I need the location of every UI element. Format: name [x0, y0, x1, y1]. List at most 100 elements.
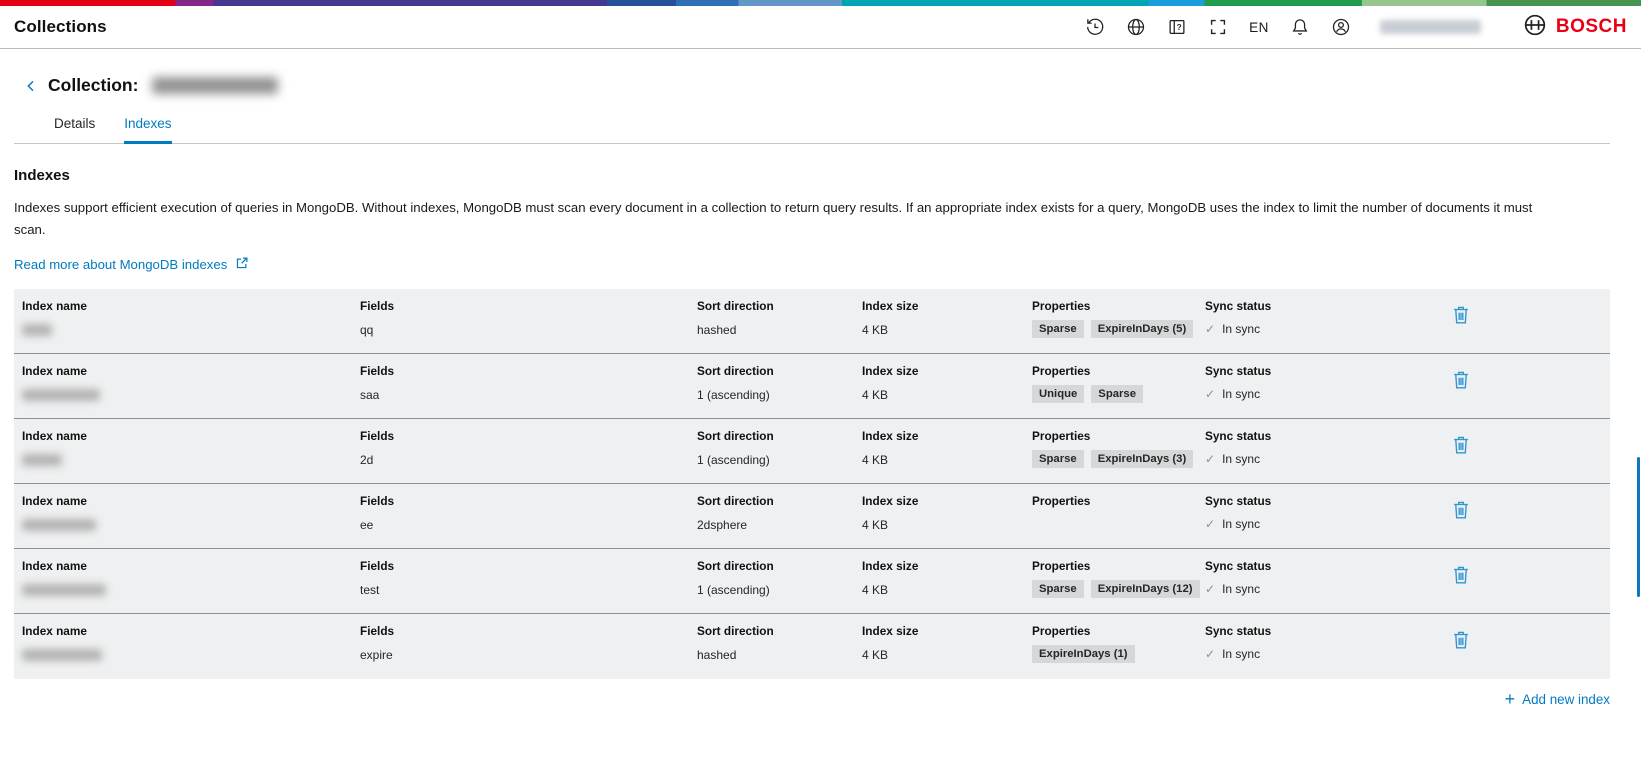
index-size-value: 4 KB — [862, 648, 1032, 662]
index-size-value: 4 KB — [862, 323, 1032, 337]
fields-cell: Fields qq — [360, 289, 697, 353]
account-icon[interactable] — [1329, 15, 1353, 39]
column-label-index-size: Index size — [862, 429, 1032, 443]
sort-direction-cell: Sort direction 2dsphere — [697, 484, 862, 548]
tab-details[interactable]: Details — [54, 116, 95, 144]
index-row: Index name Fields 2d Sort direction 1 (a… — [14, 419, 1610, 484]
delete-cell — [1450, 549, 1610, 613]
properties-cell: Properties SparseExpireInDays (5) — [1032, 289, 1205, 353]
index-name-redacted — [22, 649, 102, 661]
index-size-value: 4 KB — [862, 583, 1032, 597]
property-badge: Sparse — [1032, 320, 1084, 338]
index-size-value: 4 KB — [862, 518, 1032, 532]
column-label-properties: Properties — [1032, 559, 1205, 573]
sync-status-cell: Sync status ✓ In sync — [1205, 549, 1450, 613]
delete-index-button[interactable] — [1450, 433, 1472, 460]
delete-index-button[interactable] — [1450, 563, 1472, 590]
index-size-cell: Index size 4 KB — [862, 354, 1032, 418]
main-content: Collection: Details Indexes Indexes Inde… — [0, 75, 1641, 708]
globe-icon[interactable] — [1124, 15, 1148, 39]
column-label-index-size: Index size — [862, 559, 1032, 573]
collection-name-redacted — [152, 77, 278, 94]
user-name-redacted — [1380, 20, 1481, 34]
fields-cell: Fields test — [360, 549, 697, 613]
column-label-sort-direction: Sort direction — [697, 559, 862, 573]
table-footer: + Add new index — [14, 692, 1610, 708]
fields-cell: Fields 2d — [360, 419, 697, 483]
check-icon: ✓ — [1205, 387, 1215, 401]
tab-bar: Details Indexes — [14, 116, 1610, 144]
language-selector[interactable]: EN — [1247, 20, 1271, 35]
sync-status-text: In sync — [1222, 387, 1260, 401]
help-icon[interactable]: ? — [1165, 15, 1189, 39]
index-row: Index name Fields saa Sort direction 1 (… — [14, 354, 1610, 419]
column-label-properties: Properties — [1032, 429, 1205, 443]
fields-value: ee — [360, 518, 697, 532]
properties-cell: Properties ExpireInDays (1) — [1032, 614, 1205, 679]
column-label-sync-status: Sync status — [1205, 299, 1450, 313]
check-icon: ✓ — [1205, 517, 1215, 531]
fields-cell: Fields saa — [360, 354, 697, 418]
property-badge: Sparse — [1032, 450, 1084, 468]
index-row: Index name Fields expire Sort direction … — [14, 614, 1610, 679]
fullscreen-icon[interactable] — [1206, 15, 1230, 39]
read-more-label: Read more about MongoDB indexes — [14, 257, 227, 272]
fields-value: saa — [360, 388, 697, 402]
sort-direction-cell: Sort direction 1 (ascending) — [697, 354, 862, 418]
sync-status-cell: Sync status ✓ In sync — [1205, 484, 1450, 548]
notifications-icon[interactable] — [1288, 15, 1312, 39]
sync-status-cell: Sync status ✓ In sync — [1205, 354, 1450, 418]
column-label-sync-status: Sync status — [1205, 624, 1450, 638]
delete-index-button[interactable] — [1450, 368, 1472, 395]
index-row: Index name Fields ee Sort direction 2dsp… — [14, 484, 1610, 549]
sort-direction-cell: Sort direction 1 (ascending) — [697, 419, 862, 483]
index-name-redacted — [22, 389, 100, 401]
tab-indexes[interactable]: Indexes — [124, 116, 171, 144]
sync-status-value: ✓ In sync — [1205, 647, 1450, 661]
add-new-index-button[interactable]: + Add new index — [1505, 692, 1610, 708]
column-label-sort-direction: Sort direction — [697, 429, 862, 443]
property-badges: ExpireInDays (1) — [1032, 645, 1205, 663]
fields-cell: Fields ee — [360, 484, 697, 548]
property-badge: ExpireInDays (3) — [1091, 450, 1194, 468]
sync-status-value: ✓ In sync — [1205, 582, 1450, 596]
index-size-cell: Index size 4 KB — [862, 614, 1032, 679]
property-badge: Sparse — [1091, 385, 1143, 403]
column-label-sync-status: Sync status — [1205, 364, 1450, 378]
fields-value: 2d — [360, 453, 697, 467]
read-more-link[interactable]: Read more about MongoDB indexes — [14, 256, 249, 273]
index-size-cell: Index size 4 KB — [862, 289, 1032, 353]
delete-cell — [1450, 614, 1610, 679]
column-label-index-size: Index size — [862, 364, 1032, 378]
plus-icon: + — [1505, 690, 1516, 708]
history-icon[interactable] — [1083, 15, 1107, 39]
properties-cell: Properties SparseExpireInDays (12) — [1032, 549, 1205, 613]
property-badge: ExpireInDays (12) — [1091, 580, 1200, 598]
collection-title: Collection: — [48, 75, 138, 96]
index-size-value: 4 KB — [862, 388, 1032, 402]
sync-status-cell: Sync status ✓ In sync — [1205, 614, 1450, 679]
top-bar: Collections ? — [0, 6, 1641, 49]
delete-index-button[interactable] — [1450, 628, 1472, 655]
section-description: Indexes support efficient execution of q… — [14, 197, 1544, 242]
sort-direction-cell: Sort direction hashed — [697, 614, 862, 679]
check-icon: ✓ — [1205, 452, 1215, 466]
column-label-fields: Fields — [360, 494, 697, 508]
scrollbar-thumb[interactable] — [1637, 457, 1640, 597]
svg-text:?: ? — [1177, 23, 1182, 32]
index-name-cell: Index name — [22, 354, 360, 418]
check-icon: ✓ — [1205, 322, 1215, 336]
sync-status-cell: Sync status ✓ In sync — [1205, 289, 1450, 353]
delete-cell — [1450, 419, 1610, 483]
delete-index-button[interactable] — [1450, 303, 1472, 330]
delete-index-button[interactable] — [1450, 498, 1472, 525]
sync-status-text: In sync — [1222, 322, 1260, 336]
delete-cell — [1450, 354, 1610, 418]
delete-cell — [1450, 289, 1610, 353]
back-button[interactable] — [22, 77, 40, 95]
index-name-cell: Index name — [22, 484, 360, 548]
page-title: Collections — [14, 17, 107, 37]
index-size-cell: Index size 4 KB — [862, 549, 1032, 613]
column-label-sort-direction: Sort direction — [697, 364, 862, 378]
sync-status-value: ✓ In sync — [1205, 387, 1450, 401]
